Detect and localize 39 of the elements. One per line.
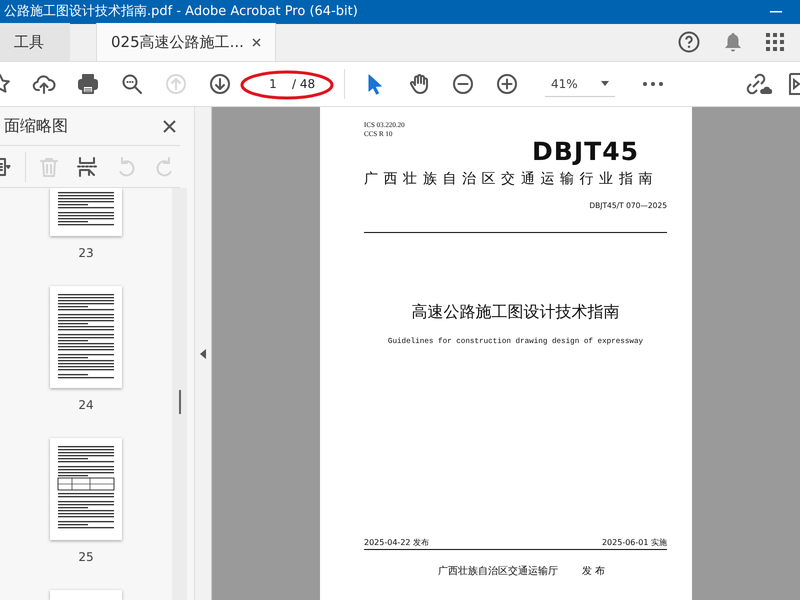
- effective-date: 2025-06-01 实施: [602, 536, 667, 549]
- help-icon[interactable]: [678, 31, 700, 53]
- minimize-icon[interactable]: [770, 11, 782, 13]
- panel-title: 面缩略图: [4, 115, 68, 138]
- link-cloud-icon[interactable]: [744, 72, 772, 96]
- window-title: 公路施工图设计技术指南.pdf - Adobe Acrobat Pro (64-bit): [3, 3, 358, 22]
- page-number-field[interactable]: 1: [258, 75, 288, 93]
- close-icon[interactable]: [252, 38, 261, 46]
- caret-icon: [601, 81, 609, 86]
- issuer-name: 广西壮族自治区交通运输厅: [438, 566, 558, 577]
- zoom-level-dropdown[interactable]: 41%: [545, 71, 615, 97]
- standard-category: 广西壮族自治区交通运输行业指南: [364, 170, 658, 189]
- collapse-arrow-icon[interactable]: [200, 348, 206, 358]
- tools-tab[interactable]: 工具: [0, 23, 70, 61]
- document-tab[interactable]: 025高速公路施工...: [96, 23, 276, 61]
- printer-icon: [76, 72, 100, 96]
- zoom-out-icon: [451, 72, 475, 96]
- page-number-label: 23: [78, 245, 94, 262]
- insert-page-icon: [75, 154, 100, 179]
- close-icon[interactable]: [163, 120, 176, 133]
- page-number-label: 25: [78, 549, 94, 566]
- more-icon: [643, 82, 663, 86]
- page-count: / 48: [292, 76, 316, 93]
- page-thumbnail[interactable]: [50, 438, 122, 540]
- page-number-label: 24: [78, 397, 94, 414]
- scrollbar-thumb[interactable]: [178, 390, 180, 414]
- page-thumbnail[interactable]: [50, 286, 122, 388]
- hand-icon: [407, 72, 431, 96]
- document-title: 高速公路施工图设计技术指南: [412, 302, 620, 324]
- page-thumbnail[interactable]: [50, 188, 122, 236]
- zoom-search-icon: [120, 72, 144, 96]
- standard-code: DBJT45: [532, 139, 639, 165]
- zoom-in-icon: [495, 72, 519, 96]
- bell-icon[interactable]: [724, 32, 742, 52]
- issuer-action: 发 布: [582, 566, 606, 577]
- panel-toggle-icon[interactable]: [788, 72, 800, 96]
- page-thumbnail[interactable]: [50, 590, 122, 600]
- apps-grid-icon[interactable]: [766, 33, 784, 51]
- issue-date: 2025-04-22 发布: [364, 536, 430, 549]
